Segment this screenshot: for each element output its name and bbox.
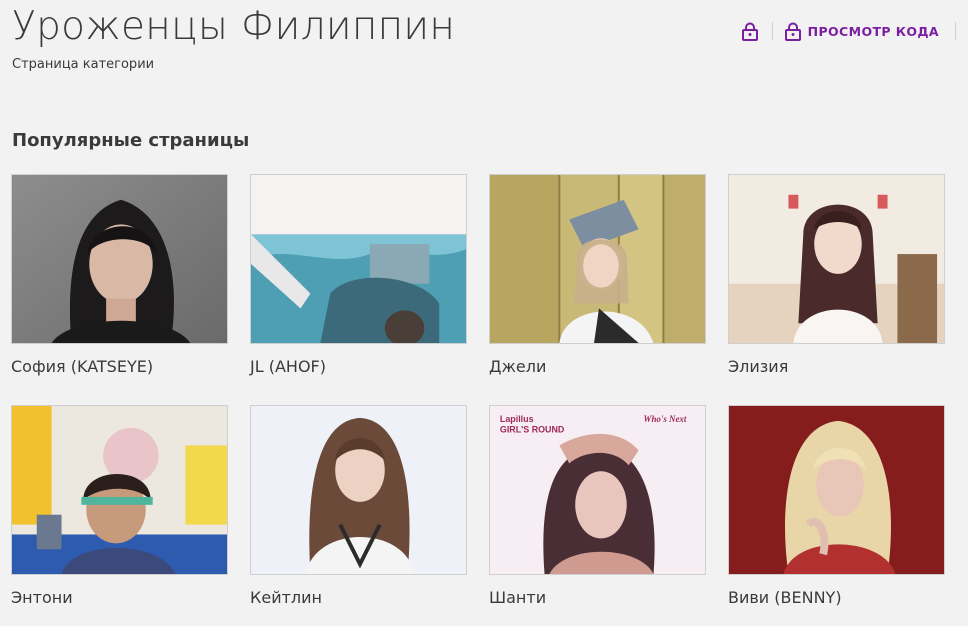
photo-image bbox=[251, 406, 466, 574]
photo-image bbox=[729, 175, 944, 343]
page-card[interactable]: Кейтлин bbox=[250, 405, 467, 608]
page-card[interactable]: Lapillus GIRL'S ROUND Who's Next Шанти bbox=[489, 405, 706, 608]
photo-image bbox=[490, 175, 705, 343]
page-card[interactable]: Виви (BENNY) bbox=[728, 405, 945, 608]
photo-image bbox=[12, 175, 227, 343]
photo-image bbox=[729, 406, 944, 574]
photo-image: Lapillus GIRL'S ROUND Who's Next bbox=[490, 406, 705, 574]
card-thumbnail[interactable] bbox=[11, 174, 228, 344]
card-label[interactable]: Джели bbox=[489, 357, 706, 377]
card-label[interactable]: Виви (BENNY) bbox=[728, 588, 945, 608]
page-card[interactable]: JL (AHOF) bbox=[250, 174, 467, 377]
card-label[interactable]: Шанти bbox=[489, 588, 706, 608]
page-subtitle: Страница категории bbox=[12, 57, 155, 72]
page-card[interactable]: Энтони bbox=[11, 405, 228, 608]
actions-divider-end bbox=[955, 22, 956, 40]
card-thumbnail[interactable] bbox=[250, 174, 467, 344]
protection-button[interactable] bbox=[741, 22, 758, 41]
image-text: GIRL'S ROUND bbox=[500, 425, 565, 435]
image-text: Lapillus bbox=[500, 414, 534, 424]
card-label[interactable]: София (KATSEYE) bbox=[11, 357, 228, 377]
card-label[interactable]: Кейтлин bbox=[250, 588, 467, 608]
popular-pages-grid: София (KATSEYE) JL (AHOF) Джели Элизия Э… bbox=[11, 174, 947, 608]
photo-image bbox=[12, 406, 227, 574]
card-thumbnail[interactable] bbox=[11, 405, 228, 575]
card-thumbnail[interactable] bbox=[489, 174, 706, 344]
page-header: Уроженцы Филиппин Страница категории ПРО… bbox=[12, 0, 956, 90]
card-label[interactable]: JL (AHOF) bbox=[250, 357, 467, 377]
page-card[interactable]: София (KATSEYE) bbox=[11, 174, 228, 377]
image-text: Who's Next bbox=[644, 414, 687, 424]
photo-image bbox=[251, 175, 466, 343]
card-thumbnail[interactable] bbox=[728, 174, 945, 344]
page-card[interactable]: Джели bbox=[489, 174, 706, 377]
page-card[interactable]: Элизия bbox=[728, 174, 945, 377]
section-title: Популярные страницы bbox=[12, 130, 250, 151]
page-title: Уроженцы Филиппин bbox=[12, 4, 456, 49]
lock-icon bbox=[741, 22, 758, 41]
card-thumbnail[interactable] bbox=[728, 405, 945, 575]
card-thumbnail[interactable] bbox=[250, 405, 467, 575]
card-thumbnail[interactable]: Lapillus GIRL'S ROUND Who's Next bbox=[489, 405, 706, 575]
page-actions: ПРОСМОТР КОДА bbox=[741, 19, 956, 43]
card-label[interactable]: Энтони bbox=[11, 588, 228, 608]
view-source-label: ПРОСМОТР КОДА bbox=[807, 23, 939, 39]
lock-icon bbox=[784, 22, 801, 41]
actions-divider bbox=[771, 22, 773, 40]
card-label[interactable]: Элизия bbox=[728, 357, 945, 377]
view-source-button[interactable]: ПРОСМОТР КОДА bbox=[784, 22, 939, 41]
